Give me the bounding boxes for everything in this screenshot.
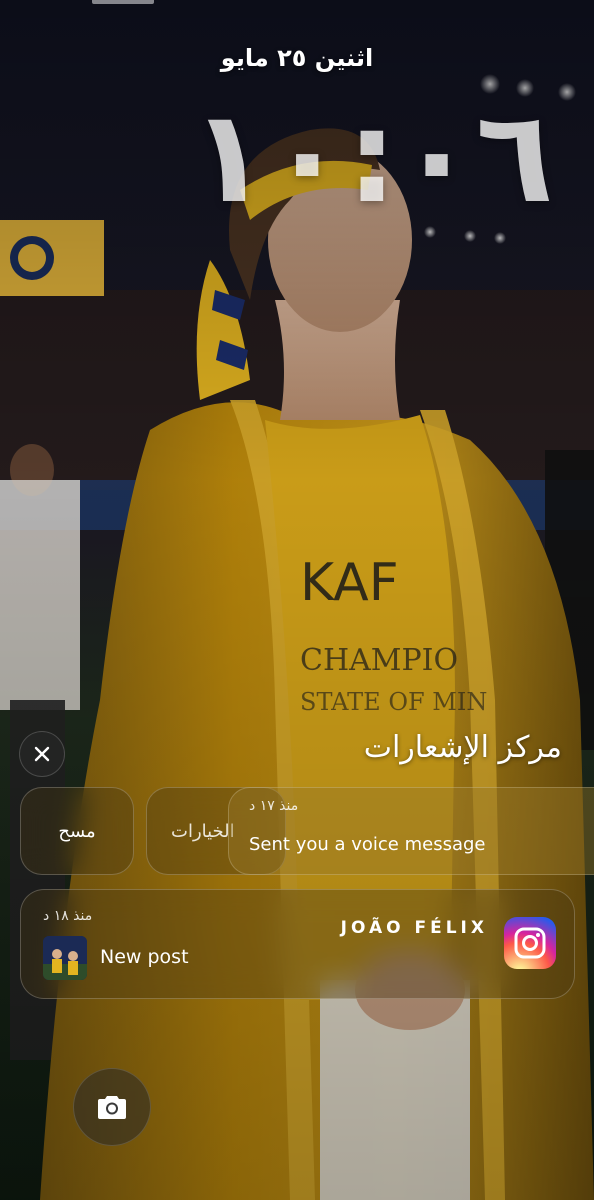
options-button-label: الخيارات: [171, 820, 235, 842]
camera-icon: [98, 1096, 126, 1119]
notification-sender: JOÃO FÉLIX: [340, 918, 488, 938]
post-thumbnail-image: [43, 936, 87, 980]
notification-center-title: مركز الإشعارات: [363, 730, 562, 765]
camera-button[interactable]: [73, 1068, 151, 1146]
notification-center-close-button[interactable]: [19, 731, 65, 777]
notification-time: منذ ١٨ د: [43, 908, 93, 924]
clear-button-label: مسح: [58, 820, 96, 842]
lockscreen-date: اثنين ٢٥ مايو: [220, 44, 374, 72]
notification-message: New post: [100, 946, 189, 968]
status-indicator: [92, 0, 154, 4]
notification-card-new-post[interactable]: منذ ١٨ د New post JOÃO FÉLIX: [20, 889, 575, 999]
notification-card-voice-message[interactable]: منذ ١٧ د Sent you a voice message: [228, 787, 594, 875]
instagram-icon: [504, 917, 556, 969]
clear-button[interactable]: مسح: [20, 787, 134, 875]
notification-time: منذ ١٧ د: [249, 798, 299, 814]
close-icon: [34, 746, 50, 762]
lockscreen-clock: ١٠:٠٦: [190, 83, 554, 232]
post-thumbnail: [43, 936, 87, 980]
notification-message: Sent you a voice message: [249, 834, 486, 855]
